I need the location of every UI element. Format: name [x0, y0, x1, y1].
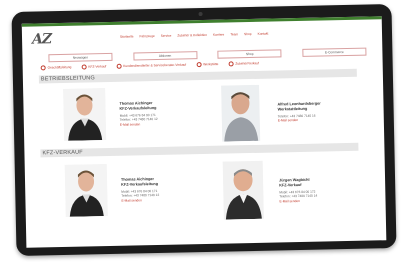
person-silhouette-icon [221, 84, 261, 142]
link-werkstaette[interactable]: Werkstätte [196, 62, 219, 68]
link-label: KFZ-Verkauf [88, 64, 107, 69]
link-label: Geschäftsleitung [47, 65, 72, 70]
section-heading-betriebsleitung: BETRIEBSLEITUNG [38, 68, 357, 84]
person-info: Thomas Aichinger KFZ-Verkaufsleitung Mob… [121, 177, 159, 203]
person-silhouette-icon [222, 160, 264, 220]
nav-item-karriere[interactable]: Karriere [213, 33, 224, 37]
tablet-frame: AZ Startseite Fahrzeuge Service Zubehör … [11, 4, 397, 256]
person-photo [64, 164, 108, 217]
neuwagen-button[interactable]: Neuwagen [48, 52, 113, 63]
quick-buttons: Neuwagen Aktionen Shop E-Commerce [48, 47, 367, 63]
aktionen-button[interactable]: Aktionen [133, 51, 198, 61]
link-zubehoer[interactable]: Zubehör/Verkauf [228, 61, 259, 67]
site-logo[interactable]: AZ [32, 31, 51, 47]
shop-button[interactable]: Shop [217, 49, 282, 59]
circle-icon [228, 61, 234, 67]
nav-item-startseite[interactable]: Startseite [120, 34, 134, 38]
circle-icon [116, 63, 122, 69]
circle-icon [40, 65, 46, 71]
email-link[interactable]: E-Mail senden [120, 122, 158, 127]
email-link[interactable]: E-Mail senden [121, 198, 159, 203]
website-screen: AZ Startseite Fahrzeuge Service Zubehör … [21, 16, 387, 248]
email-link[interactable]: E-Mail senden [278, 118, 321, 123]
circle-icon [196, 62, 202, 68]
nav-item-shop[interactable]: Shop [244, 32, 252, 36]
link-kfz-verkauf[interactable]: KFZ-Verkauf [81, 64, 106, 70]
person-photo [222, 160, 264, 220]
nav-item-fahrzeuge[interactable]: Fahrzeuge [139, 34, 154, 38]
link-label: Zubehör/Verkauf [235, 61, 259, 66]
person-info: Jürgen Wagbichl KFZ-Verkauf Mobil: +43 6… [279, 178, 317, 204]
person-info: Thomas Aichinger KFZ-Verkaufsleitung Mob… [119, 101, 157, 127]
email-link[interactable]: E-Mail senden [279, 198, 317, 203]
circle-icon [81, 64, 87, 70]
camera-dot [198, 12, 203, 17]
ecommerce-button[interactable]: E-Commerce [302, 47, 367, 57]
link-label: Kundendienstleiter & Serviceberater-Verk… [123, 62, 187, 69]
person-photo [221, 84, 261, 142]
main-navigation: Startseite Fahrzeuge Service Zubehör & K… [120, 32, 268, 39]
person-info: Alfred Leonhardsberger Werkstattleitung … [277, 102, 321, 123]
person-photo [63, 88, 107, 141]
nav-item-service[interactable]: Service [161, 34, 172, 38]
nav-item-kontakt[interactable]: Kontakt [258, 32, 269, 36]
nav-item-team[interactable]: Team [230, 32, 238, 36]
section-heading-kfz-verkauf: KFZ-VERKAUF [40, 142, 359, 158]
link-kundendienst[interactable]: Kundendienstleiter & Serviceberater-Verk… [116, 62, 187, 69]
person-silhouette-icon [64, 164, 108, 217]
department-links: Geschäftsleitung KFZ-Verkauf Kundendiens… [40, 61, 259, 71]
nav-item-zubehoer[interactable]: Zubehör & Kollektion [177, 33, 207, 38]
link-geschaeftsleitung[interactable]: Geschäftsleitung [40, 65, 72, 71]
link-label: Werkstätte [203, 62, 219, 67]
top-green-bar [21, 16, 382, 27]
person-silhouette-icon [63, 88, 107, 141]
